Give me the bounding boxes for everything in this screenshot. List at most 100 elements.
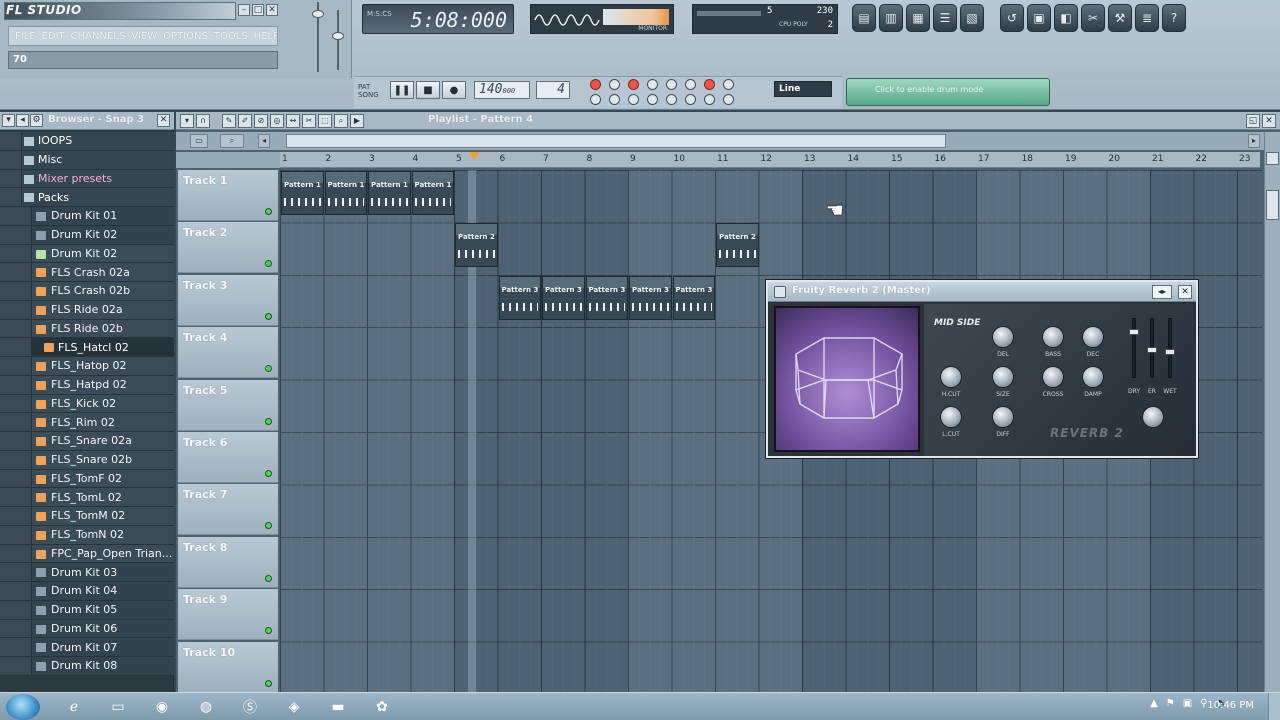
browser-item[interactable]: FLS_Hatop 02 [0,357,174,376]
playlist-zoom-icon[interactable]: ⌕ [220,134,244,148]
browser-item[interactable]: FLS_Snare 02b [0,450,174,470]
track-header[interactable]: Track 4 [178,327,278,379]
er-slider[interactable] [1147,318,1157,378]
pattern-clip[interactable]: Pattern 3 [542,275,585,320]
scroll-up-icon[interactable] [1266,152,1279,165]
browser-item[interactable]: Drum Kit 01 [0,207,174,226]
help-icon[interactable]: ? [1162,4,1186,32]
track-header[interactable]: Track 8 [178,536,278,588]
track-header[interactable]: Track 10 [178,641,278,693]
size-knob[interactable] [992,366,1014,388]
pause-button[interactable]: ❚❚ [390,81,414,99]
menu-channels[interactable]: CHANNELS [71,31,126,42]
folder-icon[interactable]: ▬ [320,695,356,719]
browser-item[interactable]: Drum Kit 02 [0,244,174,264]
browser-item[interactable]: Drum Kit 07 [0,638,174,657]
detach-icon[interactable]: ◱ [1246,114,1260,128]
browser-item[interactable]: FLS Crash 02b [0,282,174,301]
diffusion-knob[interactable] [992,406,1014,428]
browser-item[interactable]: FLS_Kick 02 [0,394,174,414]
close-icon[interactable]: ✕ [1262,114,1276,128]
menu-view[interactable]: VIEW [131,31,157,42]
browser-item[interactable]: FLS_TomF 02 [0,469,174,489]
save-icon[interactable]: ▣ [1027,4,1051,32]
rec-opt-icon[interactable] [685,79,696,90]
track-mute-led-icon[interactable] [265,365,272,373]
master-pitch-fader[interactable] [332,10,344,70]
decay-knob[interactable] [1082,326,1104,348]
browser-item[interactable]: IOOPS [0,132,174,151]
track-header[interactable]: Track 1 [178,170,278,221]
select-tool-icon[interactable]: ⬚ [318,114,332,128]
rec-opt-icon[interactable] [647,79,658,90]
browser-close-icon[interactable]: ✕ [157,114,170,127]
timeline-ruler[interactable]: 1 2 3 4 5 6 7 8 9 10 11 12 13 14 15 16 17 18 19 20 21 22 23 [280,152,1260,168]
restore-icon[interactable]: □ [252,4,264,16]
scroll-thumb[interactable] [1266,190,1279,220]
track-header[interactable]: Track 5 [178,379,278,431]
ie-icon[interactable]: ℯ [56,695,92,719]
track-mute-led-icon[interactable] [265,417,272,425]
browser-item[interactable]: Drum Kit 03 [0,563,174,582]
render-icon[interactable]: ◧ [1054,4,1078,32]
oscilloscope-monitor[interactable]: MONITOR [530,4,674,34]
pattern-clip[interactable]: Pattern 1 [411,171,454,215]
browser-item[interactable]: FLS Ride 02b [0,319,174,339]
track-mute-led-icon[interactable] [265,574,272,582]
damp-knob[interactable] [1082,366,1104,388]
firefox-icon[interactable]: ◍ [188,695,224,719]
mid-side-switch[interactable]: MID SIDE [934,318,980,328]
show-desktop-button[interactable] [1268,693,1280,720]
pattern-number[interactable]: 4 [536,81,570,99]
vertical-scrollbar[interactable] [1264,132,1280,692]
hint-panel[interactable]: Click to enable drum mode [846,78,1050,106]
crossover-knob[interactable] [1042,366,1064,388]
track-mute-led-icon[interactable] [265,208,272,215]
pattern-clip[interactable]: Pattern 3 [585,275,628,320]
browser-item[interactable]: FPC_Pap_Open Trian... [0,544,174,564]
pattern-clip[interactable]: Pattern 3 [498,275,541,320]
browser-back-icon[interactable]: ◂ [16,114,29,127]
rec-opt-icon[interactable] [666,94,677,105]
pat-song-toggle[interactable]: PAT SONG [358,83,379,99]
browser-collapse-icon[interactable]: ▾ [2,114,15,127]
slice-tool-icon[interactable]: ✂ [302,114,316,128]
delay-knob[interactable] [992,326,1014,348]
tools-icon[interactable]: ✂ [1081,4,1105,32]
master-volume-fader[interactable] [312,2,324,72]
pattern-clip[interactable]: Pattern 1 [324,171,367,215]
plugin-titlebar[interactable]: Fruity Reverb 2 (Master) ◂▸ ✕ [768,282,1196,302]
rec-opt-icon[interactable] [723,79,734,90]
pattern-clip[interactable]: Pattern 2 [455,223,498,268]
track-header[interactable]: Track 9 [178,589,278,641]
browser-item[interactable]: Drum Kit 04 [0,582,174,601]
close-icon[interactable]: ✕ [266,4,278,16]
browser-item[interactable]: FLS_Hatpd 02 [0,375,174,395]
minimize-icon[interactable]: – [238,4,250,16]
mixer-icon[interactable]: ▧ [960,4,984,32]
stop-button[interactable]: ■ [416,81,440,99]
browser-item[interactable]: FLS_Snare 02a [0,432,174,451]
shield-icon[interactable]: ◈ [276,695,312,719]
browser-item[interactable]: Drum Kit 08 [0,657,174,676]
draw-tool-icon[interactable]: ✎ [222,114,236,128]
step-sequencer-icon[interactable]: ▦ [906,4,930,32]
browser-item[interactable]: FLS Ride 02a [0,300,174,320]
paint-tool-icon[interactable]: ✐ [238,114,252,128]
rec-opt-icon[interactable] [609,79,620,90]
rec-opt-icon[interactable] [685,94,696,105]
rec-opt-icon[interactable] [666,79,677,90]
start-button[interactable] [6,694,40,720]
zoom-tool-icon[interactable]: ⌕ [334,114,348,128]
browser-item[interactable]: FLS_Rim 02 [0,413,174,432]
browser-item[interactable]: FLS_TomM 02 [0,507,174,526]
horizontal-scrollbar[interactable] [286,134,946,148]
snap-selector[interactable]: Line [774,81,832,97]
close-icon[interactable]: ✕ [1178,285,1192,299]
track-mute-led-icon[interactable] [265,312,272,320]
track-mute-led-icon[interactable] [265,679,272,687]
rec-opt-icon[interactable] [628,94,639,105]
browser-item[interactable]: FLS Crash 02a [0,263,174,282]
song-time-display[interactable]: M:S:CS 5:08:000 [362,4,514,34]
browser-item[interactable]: Drum Kit 06 [0,619,174,639]
